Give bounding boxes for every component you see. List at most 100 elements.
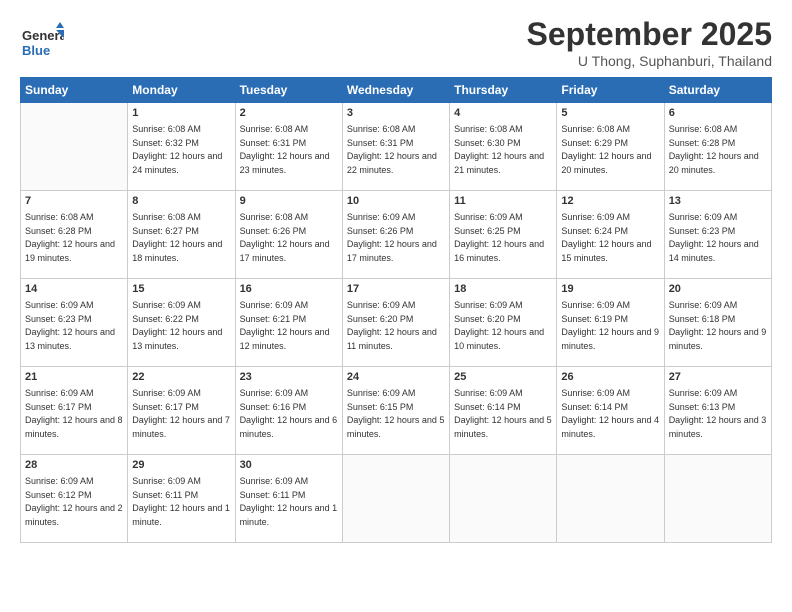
day-number: 2 bbox=[240, 106, 338, 121]
cell-info: Sunrise: 6:09 AMSunset: 6:26 PMDaylight:… bbox=[347, 212, 437, 263]
day-number: 28 bbox=[25, 458, 123, 473]
calendar-cell: 7Sunrise: 6:08 AMSunset: 6:28 PMDaylight… bbox=[21, 191, 128, 279]
day-number: 14 bbox=[25, 282, 123, 297]
calendar-cell: 18 Sunrise: 6:09 AMSunset: 6:20 PMDayligh… bbox=[450, 279, 557, 367]
cell-info: Sunrise: 6:08 AMSunset: 6:31 PMDaylight:… bbox=[347, 124, 437, 175]
col-header-tuesday: Tuesday bbox=[235, 78, 342, 103]
calendar-cell: 29 Sunrise: 6:09 AMSunset: 6:11 PMDayligh… bbox=[128, 455, 235, 543]
day-number: 27 bbox=[669, 370, 767, 385]
cell-info: Sunrise: 6:09 AMSunset: 6:21 PMDaylight:… bbox=[240, 300, 330, 351]
day-number: 29 bbox=[132, 458, 230, 473]
calendar-cell: 6 Sunrise: 6:08 AMSunset: 6:28 PMDaylight… bbox=[664, 103, 771, 191]
day-number: 12 bbox=[561, 194, 659, 209]
calendar-cell: 16 Sunrise: 6:09 AMSunset: 6:21 PMDayligh… bbox=[235, 279, 342, 367]
cell-info: Sunrise: 6:09 AMSunset: 6:16 PMDaylight:… bbox=[240, 388, 338, 439]
calendar-cell bbox=[557, 455, 664, 543]
week-row-4: 28 Sunrise: 6:09 AMSunset: 6:12 PMDayligh… bbox=[21, 455, 772, 543]
calendar-cell: 20 Sunrise: 6:09 AMSunset: 6:18 PMDayligh… bbox=[664, 279, 771, 367]
calendar-cell: 17 Sunrise: 6:09 AMSunset: 6:20 PMDayligh… bbox=[342, 279, 449, 367]
day-number: 7 bbox=[25, 194, 123, 209]
day-number: 8 bbox=[132, 194, 230, 209]
calendar-cell bbox=[450, 455, 557, 543]
calendar-cell bbox=[21, 103, 128, 191]
cell-info: Sunrise: 6:08 AMSunset: 6:28 PMDaylight:… bbox=[669, 124, 759, 175]
cell-info: Sunrise: 6:09 AMSunset: 6:11 PMDaylight:… bbox=[240, 476, 338, 527]
day-number: 1 bbox=[132, 106, 230, 121]
day-number: 10 bbox=[347, 194, 445, 209]
cell-info: Sunrise: 6:09 AMSunset: 6:22 PMDaylight:… bbox=[132, 300, 222, 351]
cell-info: Sunrise: 6:09 AMSunset: 6:17 PMDaylight:… bbox=[25, 388, 123, 439]
calendar-cell: 2 Sunrise: 6:08 AMSunset: 6:31 PMDaylight… bbox=[235, 103, 342, 191]
cell-info: Sunrise: 6:09 AMSunset: 6:19 PMDaylight:… bbox=[561, 300, 659, 351]
calendar-cell bbox=[342, 455, 449, 543]
week-row-1: 7Sunrise: 6:08 AMSunset: 6:28 PMDaylight… bbox=[21, 191, 772, 279]
calendar-cell bbox=[664, 455, 771, 543]
day-number: 6 bbox=[669, 106, 767, 121]
day-number: 3 bbox=[347, 106, 445, 121]
day-number: 21 bbox=[25, 370, 123, 385]
logo-icon: General Blue bbox=[20, 20, 64, 64]
cell-info: Sunrise: 6:08 AMSunset: 6:27 PMDaylight:… bbox=[132, 212, 222, 263]
header-row: SundayMondayTuesdayWednesdayThursdayFrid… bbox=[21, 78, 772, 103]
cell-info: Sunrise: 6:09 AMSunset: 6:23 PMDaylight:… bbox=[669, 212, 759, 263]
day-number: 25 bbox=[454, 370, 552, 385]
calendar-cell: 22Sunrise: 6:09 AMSunset: 6:17 PMDayligh… bbox=[128, 367, 235, 455]
cell-info: Sunrise: 6:09 AMSunset: 6:17 PMDaylight:… bbox=[132, 388, 230, 439]
svg-text:Blue: Blue bbox=[22, 43, 50, 58]
page: General Blue September 2025 U Thong, Sup… bbox=[0, 0, 792, 612]
cell-info: Sunrise: 6:09 AMSunset: 6:12 PMDaylight:… bbox=[25, 476, 123, 527]
day-number: 15 bbox=[132, 282, 230, 297]
calendar-cell: 10 Sunrise: 6:09 AMSunset: 6:26 PMDayligh… bbox=[342, 191, 449, 279]
title-block: September 2025 U Thong, Suphanburi, Thai… bbox=[527, 16, 772, 69]
calendar-cell: 1Sunrise: 6:08 AMSunset: 6:32 PMDaylight… bbox=[128, 103, 235, 191]
week-row-2: 14Sunrise: 6:09 AMSunset: 6:23 PMDayligh… bbox=[21, 279, 772, 367]
calendar-cell: 21 Sunrise: 6:09 AMSunset: 6:17 PMDayligh… bbox=[21, 367, 128, 455]
cell-info: Sunrise: 6:08 AMSunset: 6:31 PMDaylight:… bbox=[240, 124, 330, 175]
col-header-friday: Friday bbox=[557, 78, 664, 103]
logo: General Blue bbox=[20, 20, 64, 69]
cell-info: Sunrise: 6:09 AMSunset: 6:11 PMDaylight:… bbox=[132, 476, 230, 527]
calendar-cell: 28 Sunrise: 6:09 AMSunset: 6:12 PMDayligh… bbox=[21, 455, 128, 543]
calendar-cell: 3 Sunrise: 6:08 AMSunset: 6:31 PMDaylight… bbox=[342, 103, 449, 191]
day-number: 4 bbox=[454, 106, 552, 121]
cell-info: Sunrise: 6:08 AMSunset: 6:30 PMDaylight:… bbox=[454, 124, 544, 175]
col-header-monday: Monday bbox=[128, 78, 235, 103]
calendar-cell: 13 Sunrise: 6:09 AMSunset: 6:23 PMDayligh… bbox=[664, 191, 771, 279]
calendar-table: SundayMondayTuesdayWednesdayThursdayFrid… bbox=[20, 77, 772, 543]
day-number: 13 bbox=[669, 194, 767, 209]
cell-info: Sunrise: 6:09 AMSunset: 6:20 PMDaylight:… bbox=[454, 300, 544, 351]
cell-info: Sunrise: 6:09 AMSunset: 6:25 PMDaylight:… bbox=[454, 212, 544, 263]
cell-info: Sunrise: 6:09 AMSunset: 6:24 PMDaylight:… bbox=[561, 212, 651, 263]
calendar-cell: 19 Sunrise: 6:09 AMSunset: 6:19 PMDayligh… bbox=[557, 279, 664, 367]
cell-info: Sunrise: 6:09 AMSunset: 6:15 PMDaylight:… bbox=[347, 388, 445, 439]
calendar-cell: 11 Sunrise: 6:09 AMSunset: 6:25 PMDayligh… bbox=[450, 191, 557, 279]
day-number: 19 bbox=[561, 282, 659, 297]
calendar-cell: 24 Sunrise: 6:09 AMSunset: 6:15 PMDayligh… bbox=[342, 367, 449, 455]
col-header-saturday: Saturday bbox=[664, 78, 771, 103]
col-header-sunday: Sunday bbox=[21, 78, 128, 103]
calendar-cell: 4 Sunrise: 6:08 AMSunset: 6:30 PMDaylight… bbox=[450, 103, 557, 191]
cell-info: Sunrise: 6:09 AMSunset: 6:14 PMDaylight:… bbox=[454, 388, 552, 439]
cell-info: Sunrise: 6:09 AMSunset: 6:20 PMDaylight:… bbox=[347, 300, 437, 351]
cell-info: Sunrise: 6:09 AMSunset: 6:18 PMDaylight:… bbox=[669, 300, 767, 351]
header: General Blue September 2025 U Thong, Sup… bbox=[20, 16, 772, 69]
day-number: 26 bbox=[561, 370, 659, 385]
day-number: 23 bbox=[240, 370, 338, 385]
calendar-cell: 30Sunrise: 6:09 AMSunset: 6:11 PMDayligh… bbox=[235, 455, 342, 543]
cell-info: Sunrise: 6:08 AMSunset: 6:29 PMDaylight:… bbox=[561, 124, 651, 175]
month-title: September 2025 bbox=[527, 16, 772, 53]
calendar-cell: 12 Sunrise: 6:09 AMSunset: 6:24 PMDayligh… bbox=[557, 191, 664, 279]
day-number: 20 bbox=[669, 282, 767, 297]
day-number: 16 bbox=[240, 282, 338, 297]
col-header-thursday: Thursday bbox=[450, 78, 557, 103]
logo-block: General Blue bbox=[20, 20, 64, 69]
calendar-cell: 27 Sunrise: 6:09 AMSunset: 6:13 PMDayligh… bbox=[664, 367, 771, 455]
cell-info: Sunrise: 6:09 AMSunset: 6:14 PMDaylight:… bbox=[561, 388, 659, 439]
calendar-cell: 26 Sunrise: 6:09 AMSunset: 6:14 PMDayligh… bbox=[557, 367, 664, 455]
day-number: 18 bbox=[454, 282, 552, 297]
day-number: 17 bbox=[347, 282, 445, 297]
day-number: 24 bbox=[347, 370, 445, 385]
calendar-cell: 25 Sunrise: 6:09 AMSunset: 6:14 PMDayligh… bbox=[450, 367, 557, 455]
cell-info: Sunrise: 6:09 AMSunset: 6:13 PMDaylight:… bbox=[669, 388, 767, 439]
day-number: 11 bbox=[454, 194, 552, 209]
